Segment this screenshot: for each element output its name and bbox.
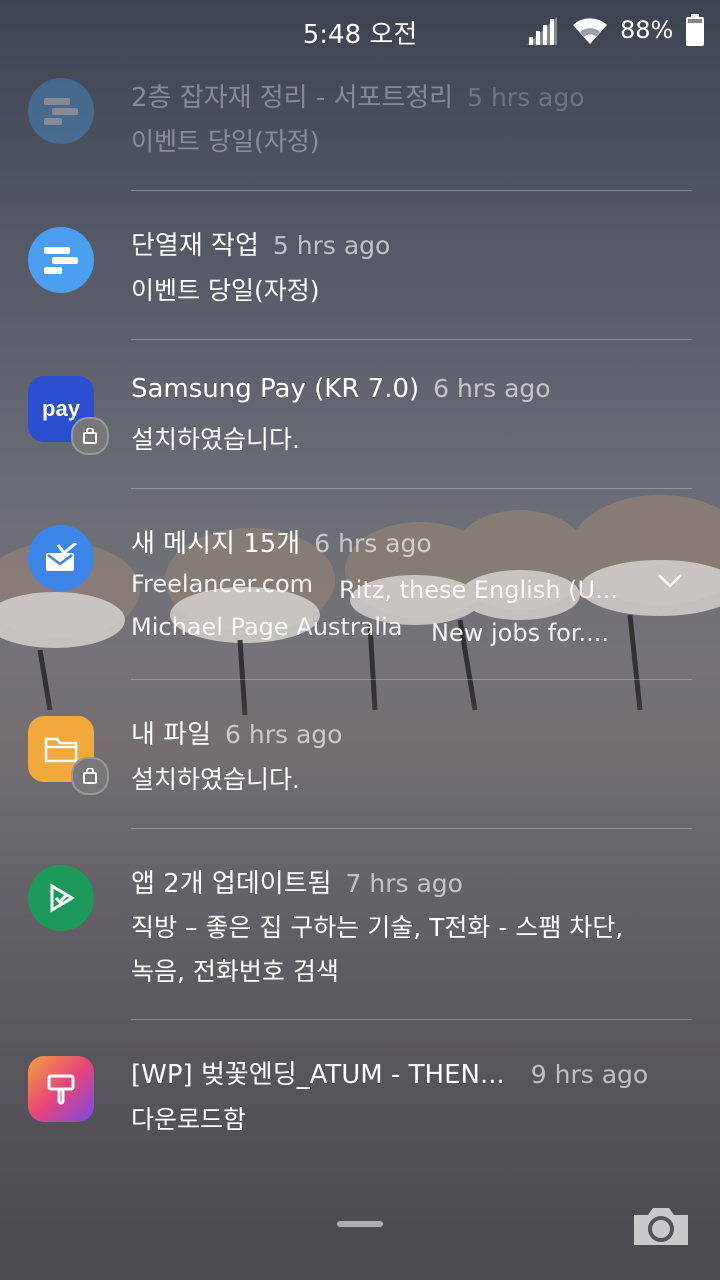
notification-time: 6 hrs ago — [433, 374, 551, 403]
notification-time: 5 hrs ago — [272, 231, 391, 260]
wifi-icon — [573, 18, 607, 44]
chevron-down-icon[interactable] — [656, 572, 684, 590]
calendar-bars-icon — [28, 78, 94, 144]
notification-time: 6 hrs ago — [314, 529, 432, 558]
notification-body: 이벤트 당일(자정) — [131, 127, 320, 156]
notification-title: 새 메시지 15개 — [131, 529, 301, 559]
notification-body-line: 직방 – 좋은 집 구하는 기술, T전화 - 스팸 차단, — [131, 913, 624, 942]
message-row[interactable]: Freelancer.com Ritz, these English (U... — [131, 570, 618, 604]
notification-title: 단열재 작업 — [131, 231, 259, 261]
notification-item[interactable]: 앱 2개 업데이트됨 7 hrs ago 직방 – 좋은 집 구하는 기술, T전… — [0, 829, 720, 1019]
camera-icon[interactable] — [632, 1205, 690, 1247]
notification-title: 2층 잡자재 정리 - 서포트정리 — [131, 83, 454, 113]
message-sender: Freelancer.com — [131, 570, 314, 598]
message-preview: New jobs for.... — [431, 619, 610, 647]
notification-item[interactable]: [WP] 벚꽃엔딩_ATUM - THEN... 9 hrs ago 다운로드함 — [0, 1020, 720, 1168]
notification-title: 내 파일 — [131, 720, 212, 750]
notification-title: [WP] 벚꽃엔딩_ATUM - THEN... — [131, 1060, 505, 1090]
notification-title: 앱 2개 업데이트됨 — [131, 869, 332, 899]
notification-item[interactable]: 2층 잡자재 정리 - 서포트정리 5 hrs ago 이벤트 당일(자정) — [0, 60, 720, 190]
notification-item[interactable]: 새 메시지 15개 6 hrs ago Freelancer.com Ritz, t… — [0, 489, 720, 679]
status-clock: 5:48 오전 — [302, 20, 418, 50]
shopping-bag-icon — [71, 417, 109, 455]
notification-body: 설치하였습니다. — [131, 425, 300, 454]
message-sender: Michael Page Australia — [131, 613, 403, 641]
notification-body: 다운로드함 — [131, 1105, 247, 1134]
status-bar: 5:48 오전 88% — [0, 0, 720, 64]
play-store-check-icon — [28, 865, 94, 931]
message-row[interactable]: Michael Page Australia New jobs for.... — [131, 613, 609, 647]
battery-icon — [686, 14, 704, 46]
notification-time: 6 hrs ago — [225, 720, 343, 749]
notification-body-line: 녹음, 전화번호 검색 — [131, 957, 339, 986]
notification-body: 이벤트 당일(자정) — [131, 276, 320, 305]
notification-time: 9 hrs ago — [530, 1060, 649, 1089]
shopping-bag-icon — [71, 757, 109, 795]
notification-title: Samsung Pay (KR 7.0) — [131, 374, 420, 404]
notification-time: 5 hrs ago — [467, 83, 585, 112]
email-icon — [28, 525, 94, 591]
theme-brush-icon — [28, 1056, 94, 1122]
notification-item[interactable]: 내 파일 6 hrs ago 설치하였습니다. — [0, 680, 720, 828]
drag-handle[interactable] — [337, 1221, 383, 1227]
pay-icon-text: pay — [42, 396, 80, 421]
notification-item[interactable]: 단열재 작업 5 hrs ago 이벤트 당일(자정) — [0, 191, 720, 339]
notification-item[interactable]: pay Samsung Pay (KR 7.0) 6 hrs ago 설치하였습니… — [0, 340, 720, 488]
message-preview: Ritz, these English (U... — [339, 576, 618, 604]
notification-body: 설치하였습니다. — [131, 765, 300, 794]
signal-icon — [527, 17, 557, 45]
battery-percent: 88% — [620, 16, 674, 44]
calendar-bars-icon — [28, 227, 94, 293]
notification-time: 7 hrs ago — [345, 869, 463, 898]
